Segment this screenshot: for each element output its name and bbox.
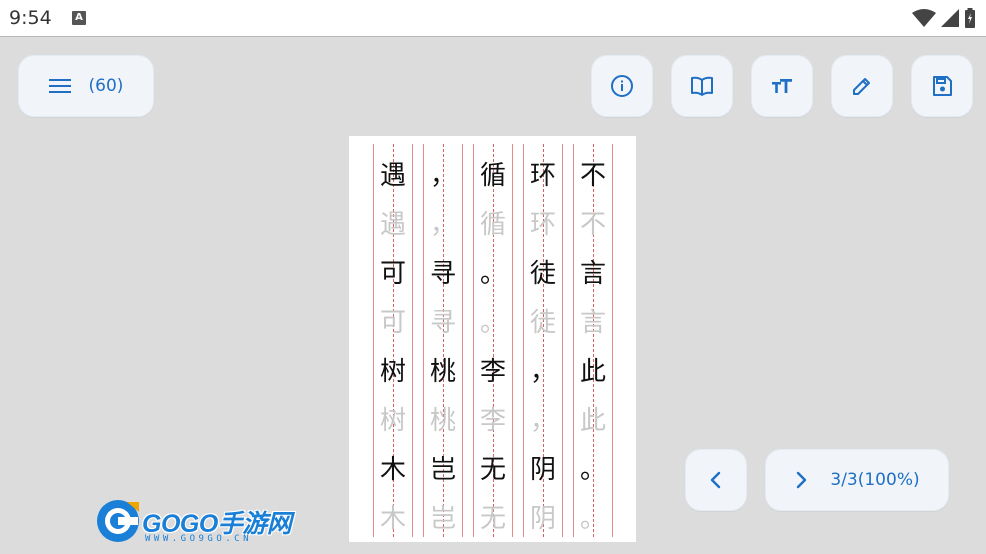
tracing-char: 木 (379, 504, 406, 534)
worksheet-char: ， (429, 161, 456, 191)
status-bar: 9:54 A (0, 0, 986, 37)
font-size-icon (772, 79, 792, 93)
tracing-char: 桃 (429, 406, 456, 436)
tracing-char: ， (529, 406, 556, 436)
worksheet-char: 此 (579, 357, 606, 387)
worksheet-char: 言 (579, 259, 606, 289)
worksheet-char: 桃 (429, 357, 456, 387)
worksheet-char: 李 (479, 357, 506, 387)
tracing-char: 寻 (429, 308, 456, 338)
worksheet-char: 徒 (529, 259, 556, 289)
worksheet-char: 不 (579, 161, 606, 191)
tracing-char: 此 (579, 406, 606, 436)
worksheet-column: 遇 遇 可 可 树 树 木 木 (373, 144, 413, 537)
status-time: 9:54 (9, 7, 52, 29)
prev-page-button[interactable] (685, 449, 747, 511)
tracing-char: 言 (579, 308, 606, 338)
menu-icon (48, 79, 71, 93)
edit-pencil-icon (853, 78, 870, 95)
edit-button[interactable] (831, 55, 893, 117)
worksheet-column: 环 环 徒 徒 ， ， 阴 阴 (523, 144, 563, 537)
tracing-char: 阴 (529, 504, 556, 534)
worksheet-char: 可 (379, 259, 406, 289)
worksheet-char: 岂 (429, 455, 456, 485)
font-size-button[interactable] (751, 55, 813, 117)
tracing-char: 徒 (529, 308, 556, 338)
tracing-char: 遇 (379, 210, 406, 240)
tracing-char: 不 (579, 210, 606, 240)
worksheet-char: 阴 (529, 455, 556, 485)
watermark-logo: GOGO手游网 WWW.GO9GO.CN (95, 496, 295, 548)
info-button[interactable] (591, 55, 653, 117)
save-icon (933, 76, 952, 96)
tracing-char: 循 (479, 210, 506, 240)
tracing-char: 无 (479, 504, 506, 534)
tracing-char: 李 (479, 406, 506, 436)
book-icon (691, 76, 713, 96)
tracing-char: 。 (479, 308, 506, 338)
worksheet-char: 木 (379, 455, 406, 485)
tracing-char: 。 (579, 504, 606, 534)
page-progress: 3/3(100%) (830, 470, 920, 490)
tracing-char: 树 (379, 406, 406, 436)
tracing-char: 岂 (429, 504, 456, 534)
chevron-left-icon (710, 471, 721, 489)
battery-icon (965, 8, 975, 28)
worksheet-char: 无 (479, 455, 506, 485)
watermark-url: WWW.GO9GO.CN (145, 534, 253, 544)
worksheet-char: 。 (479, 259, 506, 289)
worksheet-column: 不 不 言 言 此 此 。 。 (573, 144, 613, 537)
wifi-icon (912, 9, 936, 27)
menu-button[interactable]: (60) (18, 55, 154, 117)
notification-icon: A (72, 11, 86, 25)
signal-icon (941, 9, 959, 27)
worksheet-paper: 遇 遇 可 可 树 树 木 木 ， ， 寻 寻 桃 桃 岂 岂 循 循 。 。 … (349, 136, 636, 542)
tracing-char: 环 (529, 210, 556, 240)
book-button[interactable] (671, 55, 733, 117)
gogo-logo-icon (97, 500, 139, 542)
worksheet-char: 遇 (379, 161, 406, 191)
tracing-char: ， (429, 210, 456, 240)
menu-count: (60) (88, 76, 124, 96)
info-icon (611, 75, 633, 97)
worksheet-column: 循 循 。 。 李 李 无 无 (473, 144, 513, 537)
worksheet-char: ， (529, 357, 556, 387)
worksheet-char: 。 (579, 455, 606, 485)
status-icons (912, 8, 976, 28)
worksheet-column: ， ， 寻 寻 桃 桃 岂 岂 (423, 144, 463, 537)
save-button[interactable] (911, 55, 973, 117)
worksheet-char: 循 (479, 161, 506, 191)
worksheet-char: 环 (529, 161, 556, 191)
next-page-button[interactable]: 3/3(100%) (765, 449, 949, 511)
worksheet-char: 寻 (429, 259, 456, 289)
worksheet-char: 树 (379, 357, 406, 387)
chevron-right-icon (797, 471, 807, 489)
tracing-char: 可 (379, 308, 406, 338)
